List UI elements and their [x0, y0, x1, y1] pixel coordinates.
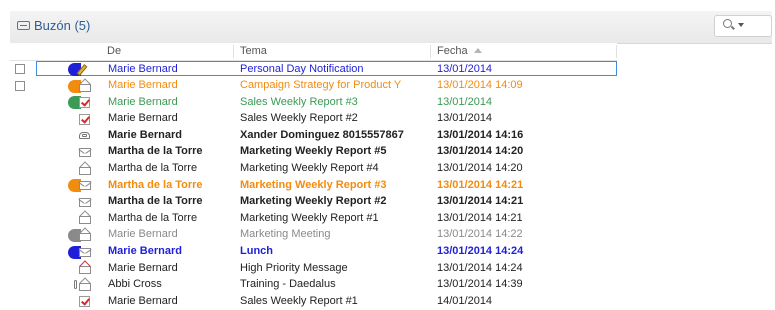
message-from: Martha de la Torre	[108, 195, 203, 208]
envelope-icon	[78, 246, 91, 258]
pencil-icon	[76, 63, 91, 76]
column-header: De Tema Fecha	[10, 43, 617, 61]
chevron-down-icon	[738, 23, 744, 27]
message-from: Martha de la Torre	[108, 178, 203, 191]
message-row[interactable]: Marie Bernard Campaign Strategy for Produ…	[0, 78, 775, 95]
message-subject: Marketing Weekly Report #5	[240, 145, 387, 158]
message-from: Abbi Cross	[108, 278, 162, 291]
message-date: 13/01/2014 14:20	[437, 162, 523, 175]
message-date: 13/01/2014 14:20	[437, 145, 524, 158]
message-row[interactable]: Marie Bernard Xander Dominguez 8015557867…	[0, 127, 775, 144]
message-date: 13/01/2014 14:22	[437, 228, 523, 241]
message-subject: Campaign Strategy for Product Y	[240, 79, 402, 92]
message-subject: Sales Weekly Report #3	[240, 95, 358, 108]
message-date: 13/01/2014 14:21	[437, 211, 523, 224]
message-date: 13/01/2014 14:24	[437, 261, 523, 274]
message-row[interactable]: Marie Bernard Sales Weekly Report #3 13/01…	[0, 94, 775, 111]
envelope-open-icon	[78, 212, 91, 225]
column-separator[interactable]	[233, 45, 234, 58]
envelope-attachment-icon	[74, 279, 91, 291]
envelope-icon	[78, 196, 91, 208]
envelope-open-red-icon	[78, 262, 91, 275]
message-subject: Sales Weekly Report #1	[240, 294, 358, 307]
message-date: 13/01/2014	[437, 95, 493, 108]
message-subject: Marketing Weekly Report #1	[240, 211, 379, 224]
column-separator[interactable]	[616, 45, 617, 58]
message-row[interactable]: Martha de la Torre Marketing Weekly Repor…	[0, 177, 775, 194]
mailbox-header: Buzón (5)	[10, 11, 772, 44]
column-date-label: Fecha	[437, 45, 468, 57]
message-list: Marie Bernard Personal Day Notification 13…	[0, 61, 775, 310]
message-date: 13/01/2014	[437, 112, 493, 125]
message-subject: Marketing Weekly Report #2	[240, 195, 387, 208]
message-row[interactable]: Martha de la Torre Marketing Weekly Repor…	[0, 210, 775, 227]
column-subject[interactable]: Tema	[240, 45, 267, 57]
row-checkbox[interactable]	[15, 80, 25, 91]
message-from: Marie Bernard	[108, 228, 178, 241]
message-date: 13/01/2014 14:21	[437, 178, 524, 191]
envelope-open-icon	[78, 80, 91, 92]
message-date: 13/01/2014 14:16	[437, 128, 524, 141]
sort-ascending-icon	[473, 48, 482, 53]
message-subject: Xander Dominguez 8015557867	[240, 128, 404, 141]
message-subject: Training - Daedalus	[240, 278, 336, 291]
column-separator[interactable]	[430, 45, 431, 58]
message-row[interactable]: Marie Bernard Lunch 13/01/2014 14:24	[0, 244, 775, 261]
message-row[interactable]: Marie Bernard Sales Weekly Report #2 13/01…	[0, 111, 775, 128]
message-from: Marie Bernard	[108, 294, 178, 307]
message-row[interactable]: Abbi Cross Training - Daedalus 13/01/2014 …	[0, 277, 775, 294]
message-subject: Marketing Weekly Report #4	[240, 162, 379, 175]
message-row[interactable]: Martha de la Torre Marketing Weekly Repor…	[0, 194, 775, 211]
message-from: Marie Bernard	[108, 79, 178, 92]
message-row[interactable]: Marie Bernard High Priority Message 13/01/…	[0, 260, 775, 277]
inbox-icon	[17, 21, 30, 30]
mailbox-title[interactable]: Buzón (5)	[17, 18, 90, 33]
message-subject: Marketing Meeting	[240, 228, 331, 241]
message-from: Martha de la Torre	[108, 145, 203, 158]
row-checkbox[interactable]	[15, 64, 25, 74]
search-button[interactable]	[723, 19, 744, 31]
message-subject: Marketing Weekly Report #3	[240, 178, 387, 191]
column-date[interactable]: Fecha	[437, 45, 482, 57]
message-from: Marie Bernard	[108, 245, 182, 258]
phone-icon	[78, 129, 91, 141]
message-date: 13/01/2014 14:39	[437, 278, 523, 291]
message-row[interactable]: Marie Bernard Personal Day Notification 13…	[0, 61, 775, 78]
envelope-open-icon	[78, 229, 91, 241]
message-from: Marie Bernard	[108, 112, 178, 125]
checkmark-icon	[78, 295, 91, 308]
message-from: Marie Bernard	[108, 261, 178, 274]
message-from: Martha de la Torre	[108, 211, 198, 224]
message-row[interactable]: Marie Bernard Marketing Meeting 13/01/2014…	[0, 227, 775, 244]
envelope-icon	[78, 146, 91, 158]
checkmark-icon	[78, 96, 91, 109]
checkmark-icon	[78, 113, 91, 125]
message-date: 13/01/2014 14:24	[437, 245, 524, 258]
envelope-open-icon	[78, 163, 91, 175]
envelope-icon	[78, 179, 91, 191]
message-date: 14/01/2014	[437, 294, 493, 307]
search-icon	[723, 19, 735, 31]
message-date: 13/01/2014	[437, 62, 493, 75]
message-subject: Personal Day Notification	[240, 62, 364, 75]
message-from: Marie Bernard	[108, 128, 182, 141]
message-date: 13/01/2014 14:21	[437, 195, 524, 208]
message-row[interactable]: Martha de la Torre Marketing Weekly Repor…	[0, 161, 775, 178]
message-row[interactable]: Martha de la Torre Marketing Weekly Repor…	[0, 144, 775, 161]
message-from: Marie Bernard	[108, 62, 178, 75]
message-date: 13/01/2014 14:09	[437, 79, 523, 92]
message-from: Martha de la Torre	[108, 162, 198, 175]
column-from[interactable]: De	[107, 45, 121, 57]
message-subject: Sales Weekly Report #2	[240, 112, 358, 125]
message-subject: High Priority Message	[240, 261, 348, 274]
message-from: Marie Bernard	[108, 95, 178, 108]
message-subject: Lunch	[240, 245, 273, 258]
mailbox-title-text: Buzón (5)	[34, 18, 91, 33]
message-row[interactable]: Marie Bernard Sales Weekly Report #1 14/01…	[0, 293, 775, 310]
search-box[interactable]	[714, 15, 772, 37]
